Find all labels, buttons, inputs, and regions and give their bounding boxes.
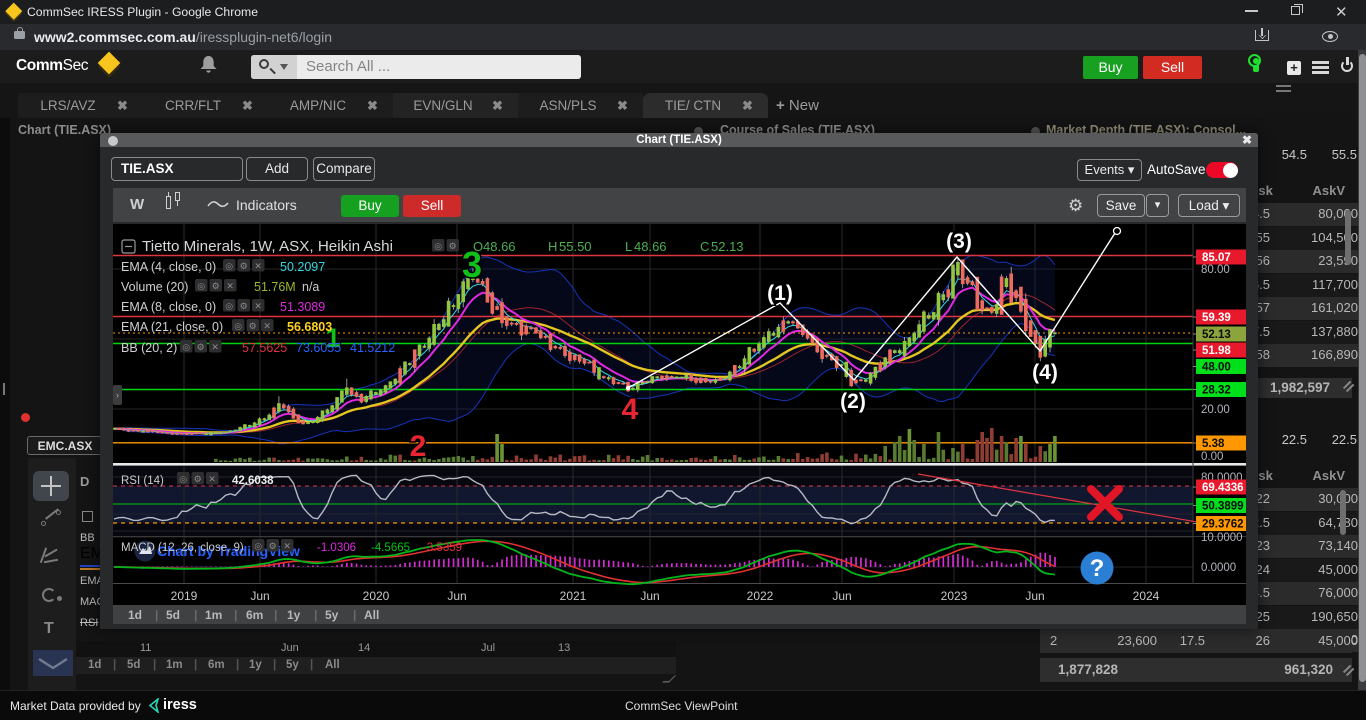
svg-text:2021: 2021 — [560, 589, 587, 603]
svg-text:✕: ✕ — [208, 474, 216, 484]
svg-text:Jun: Jun — [250, 589, 269, 603]
svg-text:4: 4 — [622, 393, 639, 426]
svg-text:EMA (4, close, 0): EMA (4, close, 0) — [121, 260, 216, 274]
svg-text:28.32: 28.32 — [1202, 385, 1231, 397]
svg-text:50.3899: 50.3899 — [1202, 501, 1244, 513]
svg-text:◎: ◎ — [225, 301, 233, 311]
svg-text:59.39: 59.39 — [1202, 312, 1231, 324]
svg-text:✕: ✕ — [211, 342, 219, 352]
svg-text:57.5625: 57.5625 — [242, 341, 287, 355]
svg-text:⚙: ⚙ — [240, 261, 248, 271]
svg-text:◎: ◎ — [254, 541, 262, 551]
svg-text:◎: ◎ — [179, 474, 187, 484]
svg-text:◎: ◎ — [197, 281, 205, 291]
svg-text:✕: ✕ — [283, 541, 291, 551]
svg-text:⚙: ⚙ — [249, 321, 257, 331]
svg-text:50.2097: 50.2097 — [280, 260, 325, 274]
svg-text:⚙: ⚙ — [269, 541, 277, 551]
svg-text:48.66: 48.66 — [634, 239, 667, 254]
svg-text:2024: 2024 — [1133, 589, 1160, 603]
svg-text:›: › — [116, 390, 119, 400]
svg-text:(3): (3) — [946, 230, 972, 253]
svg-text:52.13: 52.13 — [711, 239, 744, 254]
svg-text:56.6803: 56.6803 — [287, 320, 332, 334]
svg-text:n/a: n/a — [302, 280, 319, 294]
svg-text:L: L — [625, 239, 632, 254]
svg-text:42.6038: 42.6038 — [232, 475, 274, 487]
svg-text:?: ? — [1090, 555, 1105, 582]
svg-text:EMA (21, close, 0): EMA (21, close, 0) — [121, 320, 223, 334]
svg-text:⚙: ⚙ — [194, 474, 202, 484]
svg-text:⚙: ⚙ — [197, 342, 205, 352]
svg-text:H: H — [548, 239, 557, 254]
svg-text:2: 2 — [410, 430, 427, 463]
svg-text:69.4336: 69.4336 — [1202, 482, 1244, 494]
svg-text:◎: ◎ — [225, 261, 233, 271]
svg-text:5.38: 5.38 — [1202, 438, 1225, 450]
svg-text:2019: 2019 — [171, 589, 198, 603]
svg-text:-3.5359: -3.5359 — [423, 542, 462, 554]
svg-text:◎: ◎ — [434, 241, 442, 251]
svg-text:48.66: 48.66 — [483, 239, 516, 254]
svg-text:⚙: ⚙ — [240, 301, 248, 311]
svg-text:(2): (2) — [840, 390, 866, 413]
svg-text:-1.0306: -1.0306 — [317, 542, 356, 554]
svg-text:✕: ✕ — [254, 301, 262, 311]
svg-text:Jun: Jun — [447, 589, 466, 603]
svg-text:Tietto Minerals, 1W, ASX, Heik: Tietto Minerals, 1W, ASX, Heikin Ashi — [142, 238, 393, 255]
svg-text:10.0000: 10.0000 — [1201, 532, 1243, 544]
svg-text:✕: ✕ — [254, 261, 262, 271]
svg-text:Jun: Jun — [832, 589, 851, 603]
svg-text:⚙: ⚙ — [449, 241, 457, 251]
svg-text:✕: ✕ — [263, 321, 271, 331]
svg-text:Volume (20): Volume (20) — [121, 280, 188, 294]
svg-text:20.00: 20.00 — [1201, 404, 1230, 416]
svg-text:O: O — [473, 239, 483, 254]
svg-text:Jun: Jun — [640, 589, 659, 603]
svg-text:2020: 2020 — [363, 589, 390, 603]
svg-text:2022: 2022 — [747, 589, 774, 603]
svg-text:55.50: 55.50 — [559, 239, 592, 254]
svg-text:EMA (8, close, 0): EMA (8, close, 0) — [121, 300, 216, 314]
svg-text:41.5212: 41.5212 — [350, 341, 395, 355]
svg-text:73.6055: 73.6055 — [296, 341, 341, 355]
svg-text:✕: ✕ — [226, 281, 234, 291]
svg-text:2023: 2023 — [941, 589, 968, 603]
svg-text:80.00: 80.00 — [1201, 264, 1230, 276]
svg-text:Jun: Jun — [1025, 589, 1044, 603]
svg-text:◎: ◎ — [234, 321, 242, 331]
svg-text:0.00: 0.00 — [1201, 451, 1223, 463]
svg-text:C: C — [700, 239, 709, 254]
svg-text:48.00: 48.00 — [1202, 362, 1231, 374]
svg-text:RSI (14): RSI (14) — [121, 475, 164, 487]
svg-text:-4.5665: -4.5665 — [371, 542, 410, 554]
svg-text:(4): (4) — [1032, 361, 1058, 384]
svg-text:◎: ◎ — [182, 342, 190, 352]
svg-text:BB (20, 2): BB (20, 2) — [121, 341, 177, 355]
svg-text:MACD (12, 26, close, 9): MACD (12, 26, close, 9) — [121, 542, 244, 554]
svg-text:52.13: 52.13 — [1202, 329, 1231, 341]
svg-text:51.76M: 51.76M — [254, 280, 296, 294]
svg-text:51.98: 51.98 — [1202, 345, 1231, 357]
svg-text:(1): (1) — [767, 282, 793, 305]
svg-text:85.07: 85.07 — [1202, 252, 1231, 264]
svg-text:51.3089: 51.3089 — [280, 300, 325, 314]
svg-text:29.3762: 29.3762 — [1202, 519, 1244, 531]
svg-text:0.0000: 0.0000 — [1201, 562, 1236, 574]
svg-text:⚙: ⚙ — [212, 281, 220, 291]
